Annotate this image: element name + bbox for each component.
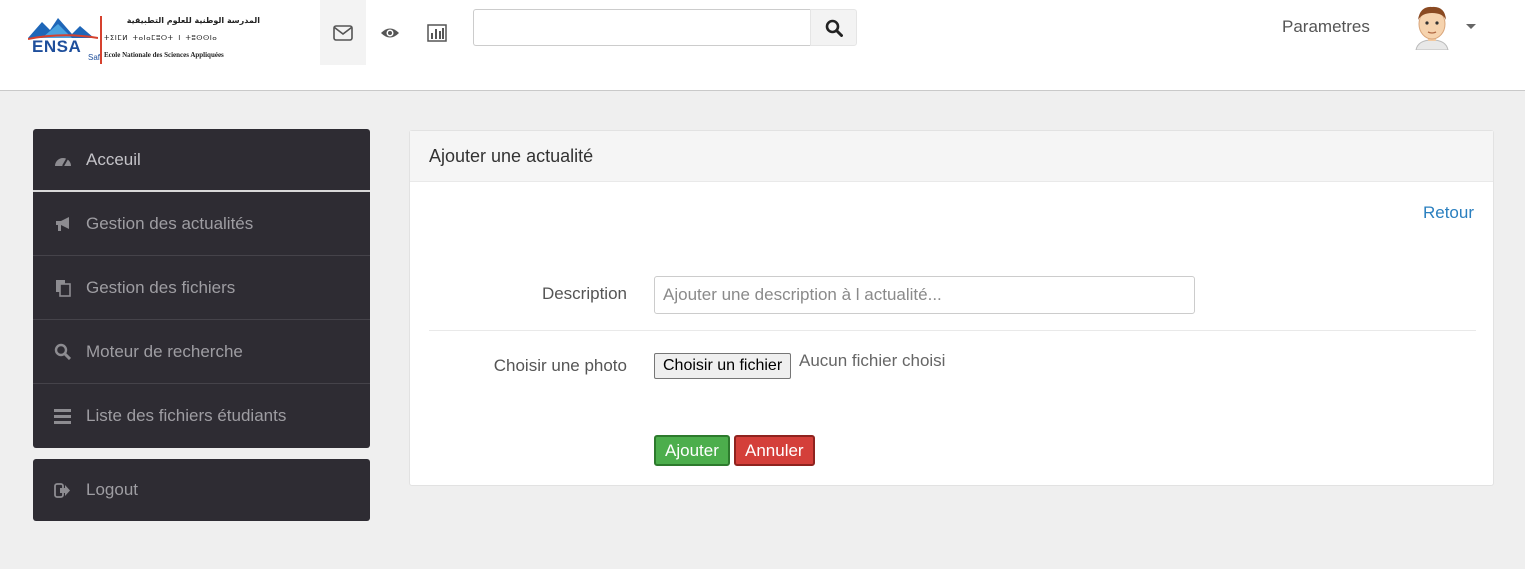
sidebar-item-label: Gestion des fichiers xyxy=(86,277,236,297)
choose-file-button[interactable]: Choisir un fichier xyxy=(654,353,792,379)
user-avatar-icon xyxy=(1415,6,1449,51)
top-navbar: ENSA Safi المدرسة الوطنية للعلوم التطبيق… xyxy=(0,0,1525,91)
bar-chart-icon xyxy=(427,23,447,42)
search-icon xyxy=(825,19,843,37)
bullhorn-icon xyxy=(53,214,72,233)
view-nav-button[interactable] xyxy=(367,0,413,65)
logo-french-name: Ecole Nationale des Sciences Appliquées xyxy=(104,51,224,59)
sidebar-item-etudiants[interactable]: Liste des fichiers étudiants xyxy=(33,384,370,448)
list-icon xyxy=(53,407,72,426)
logo-arabic-name: المدرسة الوطنية للعلوم التطبيقية xyxy=(126,16,260,25)
sidebar-item-label: Liste des fichiers étudiants xyxy=(86,406,287,425)
eye-icon xyxy=(381,28,399,37)
stats-nav-button[interactable] xyxy=(414,0,460,65)
settings-link[interactable]: Parametres xyxy=(1282,17,1370,37)
sidebar-item-fichiers[interactable]: Gestion des fichiers xyxy=(33,256,370,320)
panel-title: Ajouter une actualité xyxy=(410,131,1493,182)
photo-label: Choisir une photo xyxy=(493,356,627,375)
sign-out-icon xyxy=(53,481,72,500)
back-link[interactable]: Retour xyxy=(1423,203,1474,223)
sidebar-item-label: Moteur de recherche xyxy=(86,341,243,361)
sidebar-item-label: Gestion des actualités xyxy=(86,213,254,233)
file-status-text: Aucun fichier choisi xyxy=(799,351,946,370)
description-input[interactable] xyxy=(654,276,1195,314)
search-icon xyxy=(53,342,72,361)
logout-label: Logout xyxy=(86,480,138,499)
ensa-logo[interactable]: ENSA Safi المدرسة الوطنية للعلوم التطبيق… xyxy=(18,12,268,64)
files-icon xyxy=(53,278,72,297)
sidebar-item-acceuil[interactable]: Acceuil xyxy=(33,129,370,192)
messages-nav-button[interactable] xyxy=(320,0,366,65)
logout-button[interactable]: Logout xyxy=(33,459,370,521)
sidebar-item-actualites[interactable]: Gestion des actualités xyxy=(33,192,370,256)
user-menu-caret-icon[interactable] xyxy=(1466,24,1476,29)
search-input[interactable] xyxy=(473,9,811,46)
logo-brand: ENSA xyxy=(32,37,82,56)
cancel-button[interactable]: Annuler xyxy=(734,435,815,466)
sidebar-item-recherche[interactable]: Moteur de recherche xyxy=(33,320,370,384)
sidebar-menu: Acceuil Gestion des actualités Gestion d… xyxy=(33,129,370,448)
form-divider xyxy=(429,330,1476,331)
add-news-panel: Ajouter une actualité Retour Description… xyxy=(409,130,1494,486)
dashboard-icon xyxy=(53,150,72,169)
user-avatar[interactable] xyxy=(1410,4,1454,51)
envelope-icon xyxy=(333,24,353,41)
search-button[interactable] xyxy=(810,9,857,46)
sidebar-item-label: Acceuil xyxy=(86,149,141,169)
logo-divider xyxy=(100,16,102,64)
logo-tifinagh-name: ⵜⵉⵏⵎⵍ ⵜⴰⵏⴰⵎⵓⵔⵜ ⵏ ⵜⵓⵙⵙⵏⴰ xyxy=(104,34,218,42)
description-label: Description xyxy=(541,284,627,303)
add-button[interactable]: Ajouter xyxy=(654,435,730,466)
